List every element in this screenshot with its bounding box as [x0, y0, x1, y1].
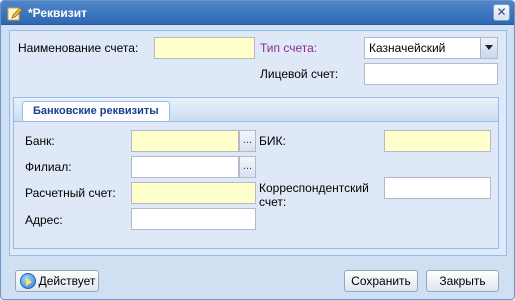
account-name-label: Наименование счета:: [18, 41, 139, 55]
corr-account-label-line2: счет:: [259, 195, 287, 209]
play-status-icon: [20, 273, 36, 289]
corr-account-label-line1: Корреспондентский: [259, 181, 369, 195]
account-type-label: Тип счета:: [260, 41, 318, 55]
corr-account-input[interactable]: [384, 177, 491, 199]
tab-bank-details[interactable]: Банковские реквизиты: [22, 101, 170, 122]
window-title: *Реквизит: [28, 6, 88, 20]
edit-document-icon: [7, 5, 23, 21]
account-name-input[interactable]: [154, 37, 255, 59]
status-label: Действует: [38, 274, 96, 288]
tab-strip: Банковские реквизиты: [13, 97, 499, 122]
settlement-account-input[interactable]: [131, 182, 256, 204]
account-type-value: Казначейский: [369, 41, 446, 55]
personal-account-label: Лицевой счет:: [260, 67, 339, 81]
settlement-account-label: Расчетный счет:: [25, 186, 116, 200]
status-button[interactable]: Действует: [15, 270, 99, 292]
branch-label: Филиал:: [25, 160, 72, 174]
bank-label: Банк:: [25, 134, 55, 148]
bik-input[interactable]: [384, 130, 491, 152]
personal-account-input[interactable]: [364, 63, 498, 85]
address-label: Адрес:: [25, 213, 63, 227]
close-button[interactable]: Закрыть: [426, 270, 499, 292]
close-icon[interactable]: ✕: [493, 4, 510, 21]
bank-details-tabpanel: Банковские реквизиты: [13, 97, 499, 249]
bik-label: БИК:: [259, 134, 286, 148]
title-bar[interactable]: *Реквизит ✕: [1, 1, 514, 25]
save-button[interactable]: Сохранить: [344, 270, 418, 292]
bank-input[interactable]: [131, 130, 239, 152]
address-input[interactable]: [131, 208, 256, 230]
chevron-down-icon[interactable]: [480, 38, 497, 58]
bank-lookup-button[interactable]: ...: [239, 130, 256, 152]
account-type-select[interactable]: Казначейский: [364, 37, 498, 59]
branch-lookup-button[interactable]: ...: [239, 156, 256, 178]
branch-input[interactable]: [131, 156, 239, 178]
requisite-window: *Реквизит ✕ Наименование счета: Тип счет…: [0, 0, 515, 300]
